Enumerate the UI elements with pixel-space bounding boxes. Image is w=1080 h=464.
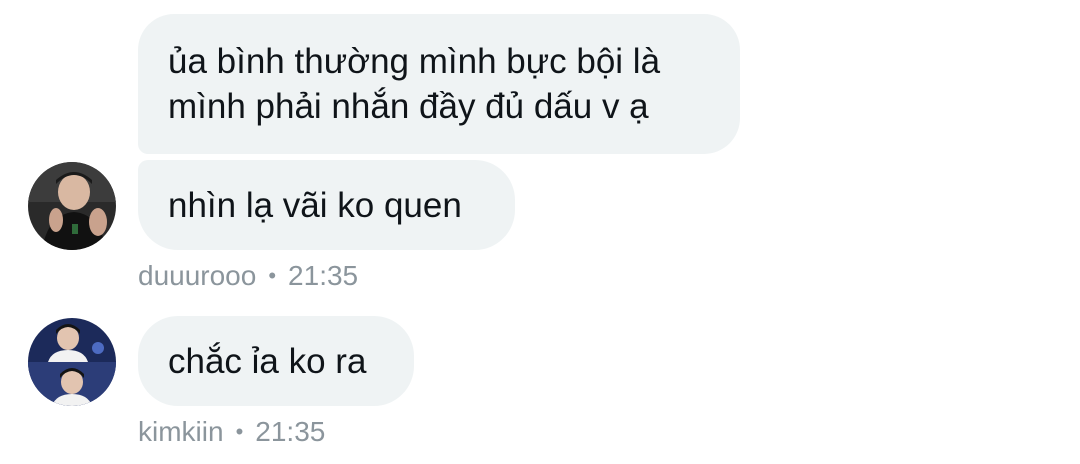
timestamp: 21:35 bbox=[288, 260, 359, 291]
message-meta: kimkiin • 21:35 bbox=[138, 414, 325, 450]
message-text: nhìn lạ vãi ko quen bbox=[168, 185, 462, 225]
user-avatar-duuurooo[interactable] bbox=[28, 162, 116, 250]
message-bubble[interactable]: ủa bình thường mình bực bội là mình phải… bbox=[138, 14, 740, 154]
message-bubble[interactable]: nhìn lạ vãi ko quen bbox=[138, 160, 515, 250]
timestamp: 21:35 bbox=[255, 416, 326, 447]
message-bubble[interactable]: chắc ỉa ko ra bbox=[138, 316, 414, 406]
username[interactable]: kimkiin bbox=[138, 416, 224, 448]
separator-dot: • bbox=[235, 419, 244, 444]
user-avatar-kimkiin[interactable] bbox=[28, 318, 116, 406]
username[interactable]: duuurooo bbox=[138, 260, 256, 292]
separator-dot: • bbox=[268, 263, 277, 288]
avatar-photo-icon bbox=[28, 162, 116, 250]
message-text: chắc ỉa ko ra bbox=[168, 341, 367, 381]
avatar-photo-icon bbox=[28, 318, 116, 406]
message-meta: duuurooo • 21:35 bbox=[138, 258, 358, 294]
message-text: ủa bình thường mình bực bội là mình phải… bbox=[168, 42, 661, 126]
